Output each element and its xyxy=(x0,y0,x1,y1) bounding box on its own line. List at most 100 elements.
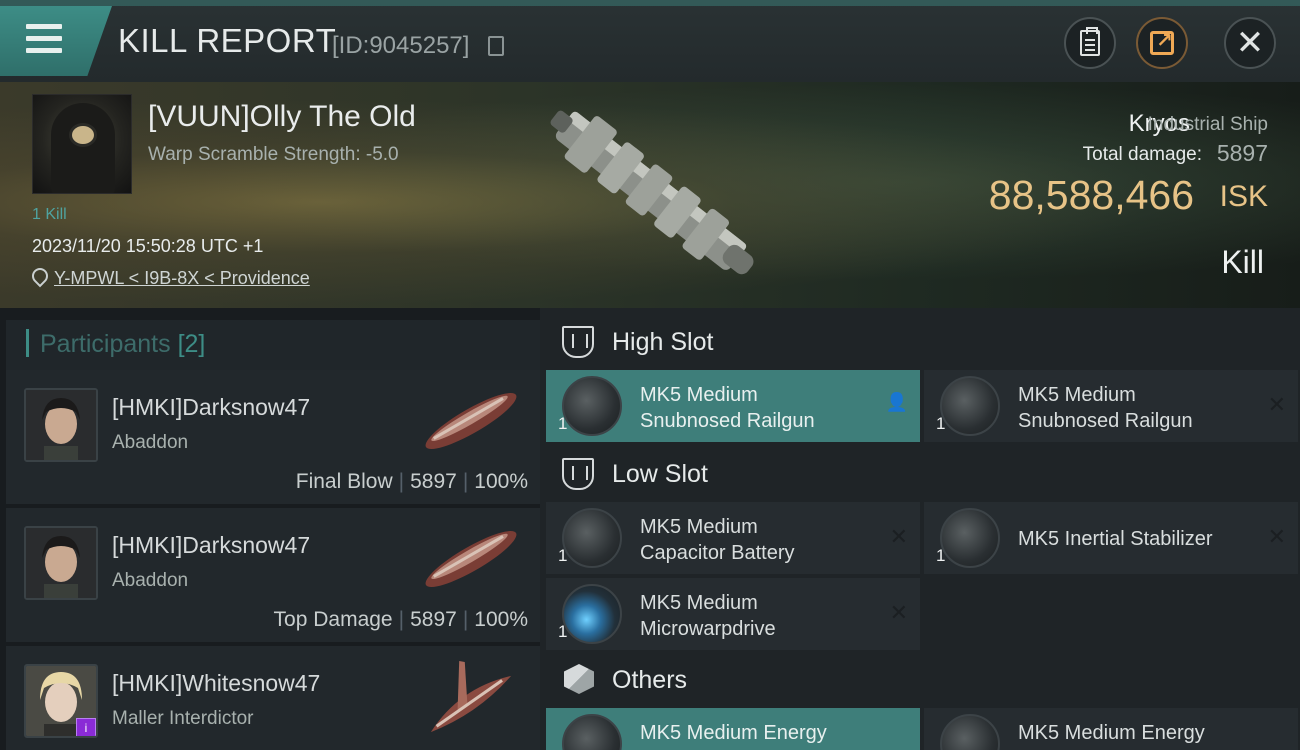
warp-scramble-strength: Warp Scramble Strength: -5.0 xyxy=(148,144,399,165)
victim-avatar[interactable] xyxy=(32,94,132,194)
copy-icon[interactable] xyxy=(488,36,504,56)
module-name: MK5 Medium Snubnosed Railgun xyxy=(1018,382,1248,434)
victim-ship-image xyxy=(550,110,754,275)
participant-stats: Final Blow | 5897 | 100% xyxy=(295,470,528,493)
page-title: KILL REPORT xyxy=(118,22,337,59)
energy-module-icon xyxy=(562,714,622,750)
victim-panel: [VUUN]Olly The Old Warp Scramble Strengt… xyxy=(0,82,1300,308)
participant-avatar[interactable]: i xyxy=(24,664,98,738)
participant-ship-image xyxy=(425,393,517,449)
participant-ship: Maller Interdictor xyxy=(112,708,254,729)
participant-damage: 5897 xyxy=(410,608,457,631)
participants-panel: Participants [2] [HMKI]Darksnow47 Abaddo… xyxy=(0,308,540,750)
module-item[interactable]: 1 MK5 Inertial Stabilizer ✕ xyxy=(924,502,1298,574)
participants-label: Participants xyxy=(40,330,171,358)
inertial-stabilizer-icon xyxy=(940,508,1000,568)
kill-result: Kill xyxy=(1221,244,1264,280)
module-name-line2: Capacitor Battery xyxy=(640,542,795,564)
participant-ship-image xyxy=(425,531,517,587)
participants-header: Participants [2] xyxy=(6,320,540,370)
module-item[interactable]: 1 MK5 Medium Capacitor Battery ✕ xyxy=(546,502,920,574)
isk-value: 88,588,466 xyxy=(988,172,1194,218)
location-pin-icon xyxy=(32,268,44,284)
clipboard-button[interactable] xyxy=(1064,17,1116,69)
module-item[interactable]: 1 MK5 Medium Snubnosed Railgun ✕ xyxy=(924,370,1298,442)
destroyed-x-icon: ✕ xyxy=(1267,524,1286,549)
participant-name[interactable]: [HMKI]Darksnow47 xyxy=(112,532,310,559)
destroyed-x-icon: ✕ xyxy=(1267,392,1286,417)
low-slot-header: Low Slot xyxy=(546,446,1300,502)
participant-row[interactable]: [HMKI]Darksnow47 Abaddon Final Blow | 5897… xyxy=(6,370,540,504)
module-name-line1: MK5 Medium xyxy=(640,516,758,538)
high-slot-title: High Slot xyxy=(612,328,714,356)
shield-slot-icon xyxy=(562,326,594,358)
module-item[interactable]: MK5 Medium Energy xyxy=(546,708,920,750)
total-damage-label: Total damage: xyxy=(1082,144,1202,165)
module-name-line1: MK5 Inertial Stabilizer xyxy=(1018,528,1213,550)
participant-name[interactable]: [HMKI]Whitesnow47 xyxy=(112,670,320,697)
module-item[interactable]: MK5 Medium Energy xyxy=(924,708,1298,750)
share-button[interactable] xyxy=(1136,17,1188,69)
module-name-line2: Snubnosed Railgun xyxy=(1018,410,1193,432)
participant-ship: Abaddon xyxy=(112,570,189,591)
menu-button[interactable] xyxy=(0,6,112,76)
close-button[interactable]: ✕ xyxy=(1224,17,1276,69)
participant-row[interactable]: i [HMKI]Whitesnow47 Maller Interdictor xyxy=(6,646,540,750)
fitting-panel: High Slot 1 MK5 Medium Snubnosed Railgun… xyxy=(540,308,1300,750)
participants-count: [2] xyxy=(177,330,206,358)
header-bar: KILL REPORT [ID:9045257] ✕ xyxy=(0,0,1300,82)
energy-module-icon xyxy=(940,714,1000,750)
module-quantity: 1 xyxy=(936,414,946,433)
module-name-line1: MK5 Medium xyxy=(640,384,758,406)
module-quantity: 1 xyxy=(558,414,568,433)
participants-title: Participants [2] xyxy=(40,330,205,359)
module-name-line1: MK5 Medium xyxy=(640,592,758,614)
header-accent-line xyxy=(0,0,1300,6)
participant-badge: i xyxy=(76,718,96,736)
railgun-icon xyxy=(940,376,1000,436)
module-name: MK5 Medium Microwarpdrive xyxy=(640,590,870,642)
module-name: MK5 Medium Energy xyxy=(1018,720,1248,746)
others-header: Others xyxy=(546,652,1300,708)
person-icon[interactable]: 👤 xyxy=(886,392,908,413)
module-quantity: 1 xyxy=(558,622,568,641)
participant-ship: Abaddon xyxy=(112,432,189,453)
participant-avatar[interactable] xyxy=(24,388,98,462)
participant-percent: 100% xyxy=(474,470,528,493)
clipboard-icon xyxy=(1080,27,1100,56)
destroyed-x-icon: ✕ xyxy=(889,524,908,549)
low-slot-title: Low Slot xyxy=(612,460,708,488)
menu-icon xyxy=(26,24,62,54)
share-icon xyxy=(1150,28,1174,55)
module-name-line1: MK5 Medium xyxy=(1018,384,1136,406)
module-item[interactable]: 1 MK5 Medium Microwarpdrive ✕ xyxy=(546,578,920,650)
victim-ship-class: Industrial Ship xyxy=(1147,114,1268,135)
isk-unit: ISK xyxy=(1219,180,1268,213)
participant-avatar[interactable] xyxy=(24,526,98,600)
cube-icon xyxy=(564,664,594,694)
participant-ship-image xyxy=(430,660,512,733)
module-item[interactable]: 1 MK5 Medium Snubnosed Railgun 👤 xyxy=(546,370,920,442)
participant-row[interactable]: [HMKI]Darksnow47 Abaddon Top Damage | 5897… xyxy=(6,508,540,642)
destroyed-x-icon: ✕ xyxy=(889,600,908,625)
module-quantity: 1 xyxy=(936,546,946,565)
railgun-icon xyxy=(562,376,622,436)
capacitor-battery-icon xyxy=(562,508,622,568)
participant-damage: 5897 xyxy=(410,470,457,493)
kill-datetime: 2023/11/20 15:50:28 UTC +1 xyxy=(32,236,264,256)
total-damage-value: 5897 xyxy=(1216,140,1268,166)
location-link[interactable]: Y-MPWL < I9B-8X < Providence xyxy=(54,268,310,289)
module-name-line2: Microwarpdrive xyxy=(640,618,776,640)
microwarpdrive-icon xyxy=(562,584,622,644)
module-name: MK5 Inertial Stabilizer xyxy=(1018,526,1248,552)
shield-slot-icon xyxy=(562,458,594,490)
module-name-line1: MK5 Medium Energy xyxy=(1018,722,1205,744)
module-name: MK5 Medium Capacitor Battery xyxy=(640,514,870,566)
participant-name[interactable]: [HMKI]Darksnow47 xyxy=(112,394,310,421)
participant-percent: 100% xyxy=(474,608,528,631)
module-name-line2: Snubnosed Railgun xyxy=(640,410,815,432)
module-name: MK5 Medium Snubnosed Railgun xyxy=(640,382,870,434)
participant-role: Final Blow xyxy=(295,470,393,493)
close-icon: ✕ xyxy=(1235,24,1265,62)
victim-name[interactable]: [VUUN]Olly The Old xyxy=(148,100,416,134)
